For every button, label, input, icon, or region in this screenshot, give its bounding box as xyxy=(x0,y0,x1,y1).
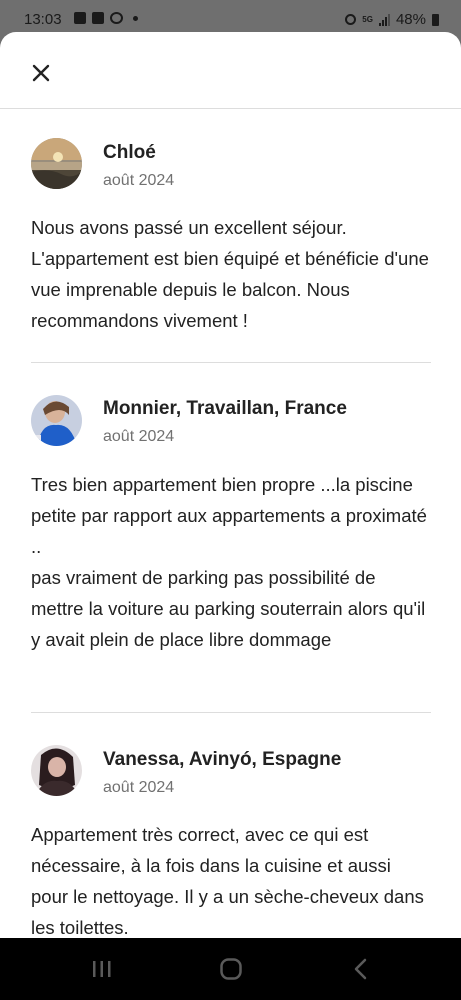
notification-icons xyxy=(74,12,138,24)
battery-icon xyxy=(432,13,439,26)
close-icon xyxy=(32,64,50,82)
divider xyxy=(31,712,431,713)
reviewer-name: Chloé xyxy=(103,142,156,163)
system-icons: 5G 48% xyxy=(345,11,439,28)
recent-apps-button[interactable] xyxy=(82,956,122,982)
battery-percent: 48% xyxy=(395,11,426,28)
reviews-sheet: Chloé août 2024 Nous avons passé un exce… xyxy=(0,32,461,938)
5g-icon: 5G xyxy=(362,14,373,24)
avatar[interactable] xyxy=(31,138,82,189)
review-date: août 2024 xyxy=(103,428,175,445)
recent-apps-icon xyxy=(93,961,111,977)
close-button[interactable] xyxy=(28,60,54,86)
gallery-icon xyxy=(92,12,104,24)
review-text: Tres bien appartement bien propre ...la … xyxy=(31,474,427,650)
review-date: août 2024 xyxy=(103,172,175,189)
status-time: 13:03 xyxy=(24,11,62,28)
home-button[interactable] xyxy=(211,956,251,982)
avatar[interactable] xyxy=(31,395,82,446)
dot-icon xyxy=(133,15,138,21)
alarm-icon xyxy=(345,14,357,25)
back-button[interactable] xyxy=(340,956,380,982)
reviewer-name: Vanessa, Avinyó, Espagne xyxy=(103,749,342,770)
reviewer-name: Monnier, Travaillan, France xyxy=(103,398,347,419)
home-icon xyxy=(220,958,242,980)
back-icon xyxy=(354,958,367,980)
gallery-icon xyxy=(74,12,86,24)
divider xyxy=(31,362,431,363)
message-bubble-icon xyxy=(110,12,123,24)
sheet-header xyxy=(0,32,461,109)
avatar[interactable] xyxy=(31,745,82,796)
signal-icon xyxy=(378,13,390,26)
navigation-bar xyxy=(0,938,461,1000)
review-date: août 2024 xyxy=(103,779,175,796)
review-text: Nous avons passé un excellent séjour. L'… xyxy=(31,217,429,331)
review-text: Appartement très correct, avec ce qui es… xyxy=(31,824,424,938)
